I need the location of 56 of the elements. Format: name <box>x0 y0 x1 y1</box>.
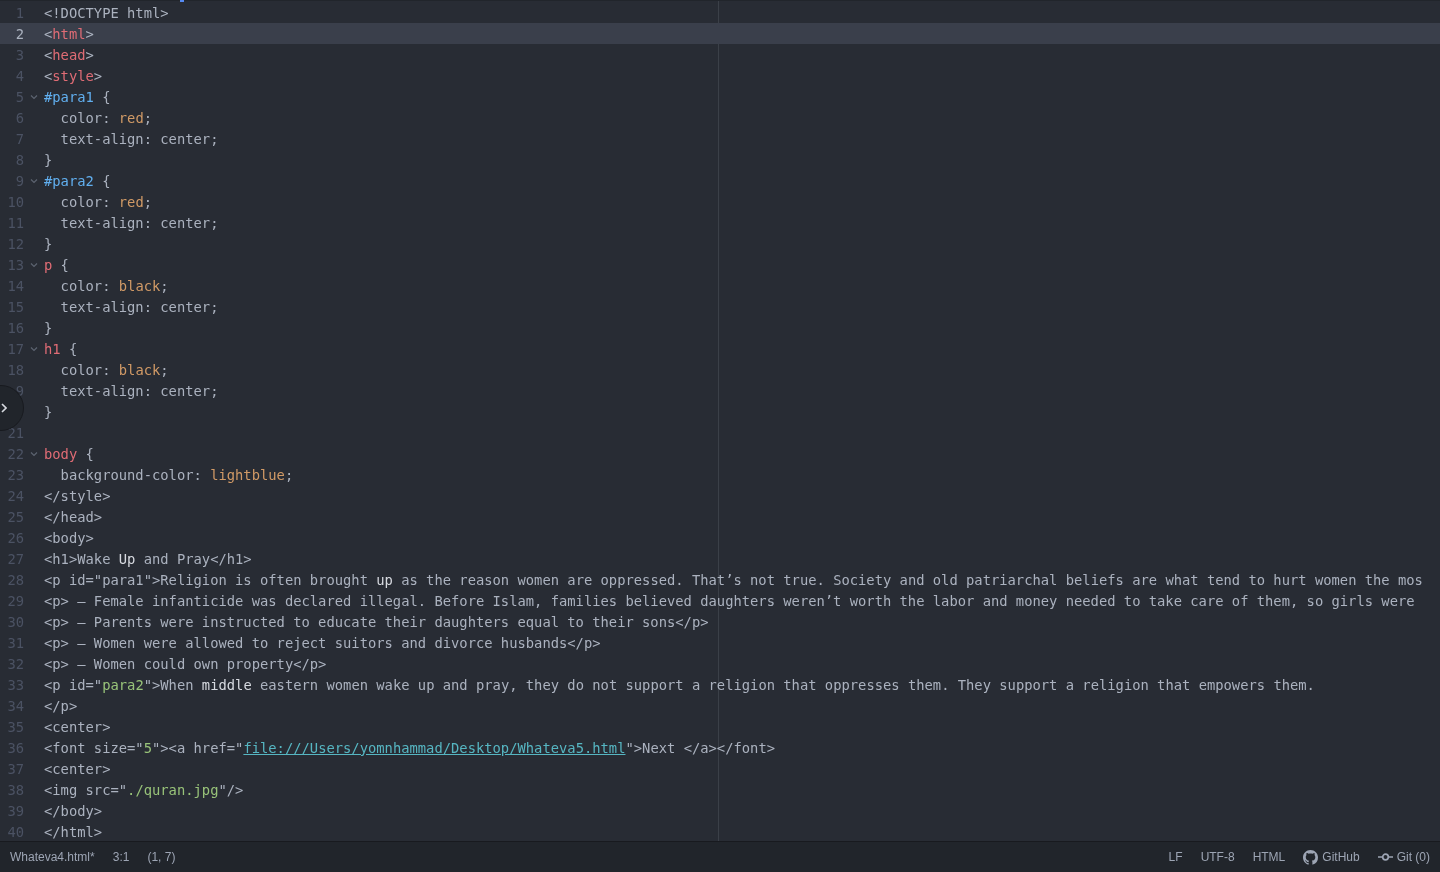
line-ending[interactable]: LF <box>1168 850 1183 864</box>
fold-chevron-icon[interactable] <box>30 177 38 184</box>
code-line: text-align: center; <box>59 214 219 231</box>
code-line: <center> <box>44 718 111 735</box>
git-label[interactable]: Git (0) <box>1396 850 1430 864</box>
github-label[interactable]: GitHub <box>1322 850 1360 864</box>
line-number: 2 <box>15 25 24 42</box>
file-name[interactable]: Whateva4.html* <box>10 850 95 864</box>
code-line: <font size="5"><a href="file:///Users/yomnhammad/Desktop/Whateva5.html">Next </a></font> <box>44 739 775 756</box>
code-line: text-align: center; <box>59 298 219 315</box>
encoding[interactable]: UTF-8 <box>1200 850 1235 864</box>
fold-chevron-icon[interactable] <box>30 450 38 457</box>
fold-chevron-icon[interactable] <box>30 261 38 268</box>
code-line: <p> – Women could own property</p> <box>44 655 327 672</box>
cursor-position[interactable]: 3:1 <box>112 850 130 864</box>
code-line: p { <box>44 256 69 273</box>
code-line: color: black; <box>59 361 169 378</box>
code-line: <center> <box>44 760 111 777</box>
code-line: } <box>44 235 53 252</box>
selection-count[interactable]: (1, 7) <box>147 850 176 864</box>
code-line: </style> <box>44 487 111 504</box>
code-line: } <box>44 151 53 168</box>
code-line: #para1 { <box>44 88 111 105</box>
code-line: <p id="para2">When middle eastern women wake up and pray, they do not support a religion that oppresses them. They support a religion that empowers them. <box>44 676 1315 693</box>
code-line: } <box>44 403 53 420</box>
code-line: <html> <box>44 25 94 42</box>
github-icon <box>1303 849 1319 865</box>
code-line: text-align: center; <box>59 130 219 147</box>
grammar[interactable]: HTML <box>1252 850 1286 864</box>
code-line: <body> <box>44 529 94 546</box>
code-line: <!DOCTYPE html> <box>44 4 169 21</box>
code-line: text-align: center; <box>59 382 219 399</box>
fold-chevron-icon[interactable] <box>30 93 38 100</box>
code-line: <head> <box>44 46 94 63</box>
code-line: <img src="./quran.jpg"/> <box>44 781 244 798</box>
code-line: color: red; <box>59 109 152 126</box>
code-line: body { <box>44 445 94 462</box>
code-line: <p> – Women were allowed to reject suitors and divorce husbands</p> <box>44 634 601 651</box>
code-line: </p> <box>44 697 78 714</box>
commit-icon <box>1377 852 1393 862</box>
chevron-right-icon <box>1 403 7 413</box>
code-line: <p id="para1">Religion is often brought up as the reason women are oppressed. That’s not true. Society and old patriarchal beliefs are what tend to hurt women the mos <box>44 571 1423 588</box>
code-line: color: red; <box>59 193 152 210</box>
code-line: </body> <box>44 802 103 819</box>
code-line: background-color: lightblue; <box>59 466 294 483</box>
code-line: <p> – Female infanticide was declared illegal. Before Islam, families believed daughters weren’t worth the labor and money needed to take care of them, so girls were <box>44 592 1415 609</box>
code-line: </html> <box>44 823 103 840</box>
code-line: color: black; <box>59 277 169 294</box>
fold-chevron-icon[interactable] <box>30 345 38 352</box>
code-line: </head> <box>44 508 103 525</box>
code-line: } <box>44 319 53 336</box>
code-line: h1 { <box>44 340 78 357</box>
code-line: <h1>Wake Up and Pray</h1> <box>44 550 252 567</box>
code-line: <p> – Parents were instructed to educate their daughters equal to their sons</p> <box>44 613 709 630</box>
code-line: #para2 { <box>44 172 111 189</box>
code-line: <style> <box>44 67 103 84</box>
